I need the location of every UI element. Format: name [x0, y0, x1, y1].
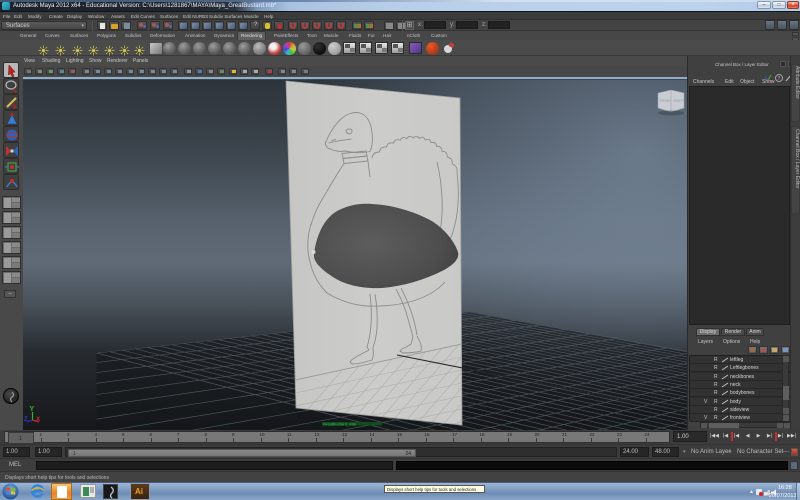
- svg-text:RIGHT: RIGHT: [674, 99, 684, 103]
- svg-text:FRONT: FRONT: [660, 99, 671, 103]
- svg-text:X: X: [36, 417, 40, 423]
- svg-text:Z: Z: [24, 417, 28, 423]
- svg-text:?: ?: [778, 76, 781, 82]
- svg-text:GreatBustard_side: GreatBustard_side: [323, 422, 357, 427]
- svg-text:Y: Y: [30, 406, 35, 413]
